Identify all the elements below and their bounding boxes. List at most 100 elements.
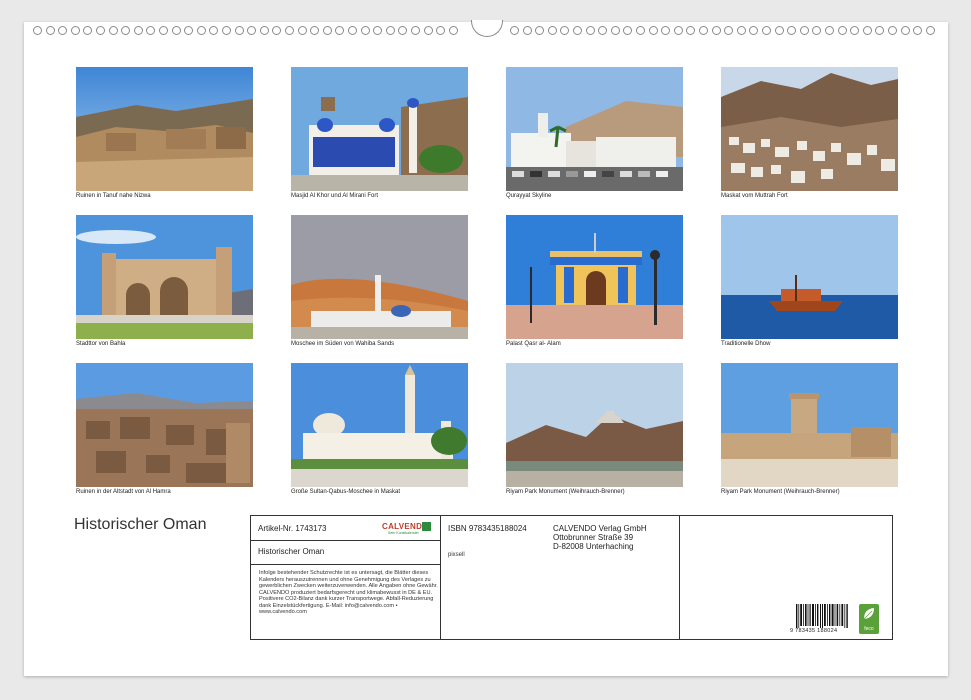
photo-maskat-muttrah: [721, 67, 898, 191]
imprint-box: Artikel-Nr. 1743173 CALVENDO Sehr Kunstk…: [250, 515, 893, 640]
binding-ring: [58, 26, 68, 35]
binding-ring: [222, 26, 231, 35]
photo-al-hamra-ruins: [76, 363, 253, 487]
sub-code: pixsell: [448, 552, 465, 558]
binding-ring: [573, 26, 582, 35]
binding-ring: [448, 26, 458, 35]
photo-caption: Stadttor von Bahla: [76, 341, 126, 347]
photo-tile: Riyam Park Monument (Weihrauch-Brenner): [721, 363, 898, 495]
binding-ring: [673, 26, 683, 35]
feco-eco-badge: feco: [859, 604, 879, 634]
photo-tile: Palast Qasr al- Alam: [506, 215, 683, 347]
binding-ring: [209, 26, 219, 35]
binding-ring: [799, 26, 809, 35]
divider: [679, 516, 680, 639]
binding-ring: [837, 26, 847, 35]
barcode-number: 9 783435 188024: [790, 628, 838, 634]
binding-ring: [385, 26, 395, 35]
photo-caption: Ruinen in Tanuf nahe Nizwa: [76, 193, 151, 199]
binding-ring: [736, 26, 746, 35]
photo-qasr-al-alam: [506, 215, 683, 339]
calvendo-logo-sub: Sehr Kunstkalender: [388, 531, 419, 535]
photo-tile: Ruinen in Tanuf nahe Nizwa: [76, 67, 253, 199]
product-title: Historischer Oman: [258, 547, 325, 556]
binding-ring: [398, 26, 408, 35]
binding-ring: [146, 26, 156, 35]
binding-ring: [234, 26, 244, 35]
photo-dhow: [721, 215, 898, 339]
photo-riyam-park-1: [506, 363, 683, 487]
binding-ring: [45, 26, 55, 35]
binding-ring: [888, 26, 897, 35]
binding-ring: [900, 26, 910, 35]
photo-tile: Riyam Park Monument (Weihrauch-Brenner): [506, 363, 683, 495]
binding-ring: [762, 26, 771, 35]
binding-ring: [373, 26, 383, 35]
binding-ring: [159, 26, 168, 35]
address-line-3: D-82008 Unterhaching: [553, 542, 634, 551]
binding-ring: [335, 26, 345, 35]
binding-ring: [825, 26, 834, 35]
photo-tile: Traditionelle Dhow: [721, 215, 898, 347]
binding-ring: [547, 26, 557, 35]
address-line-1: CALVENDO Verlag GmbH: [553, 524, 647, 533]
binding-ring: [348, 26, 357, 35]
photo-caption: Ruinen in der Altstadt von Al Hamra: [76, 489, 171, 495]
address-line-2: Ottobrunner Straße 39: [553, 533, 634, 542]
binding-ring: [812, 26, 822, 35]
photo-tile: Moschee im Süden von Wahiba Sands: [291, 215, 468, 347]
binding-ring: [787, 26, 797, 35]
binding-ring: [285, 26, 294, 35]
binding-ring: [699, 26, 708, 35]
binding-ring: [247, 26, 257, 35]
binding-ring: [171, 26, 181, 35]
binding-ring: [850, 26, 860, 35]
binding-ring: [724, 26, 734, 35]
photo-qurayyat-skyline: [506, 67, 683, 191]
photo-bahla-gate: [76, 215, 253, 339]
binding-ring: [585, 26, 595, 35]
photo-tile: Masjid Al Khor und Al Mirani Fort: [291, 67, 468, 199]
photo-tile: Große Sultan-Qabus-Moschee in Maskat: [291, 363, 468, 495]
photo-caption: Moschee im Süden von Wahiba Sands: [291, 341, 395, 347]
binding-ring: [661, 26, 671, 35]
barcode-image: [796, 604, 848, 628]
calvendo-logo-icon: [422, 522, 431, 531]
binding-ring: [423, 26, 433, 35]
binding-ring: [749, 26, 759, 35]
photo-masjid-al-khor: [291, 67, 468, 191]
binding-ring: [121, 26, 131, 35]
binding-ring: [610, 26, 620, 35]
binding-ring: [70, 26, 80, 35]
binding-ring: [411, 26, 420, 35]
binding-ring: [535, 26, 545, 35]
binding-ring: [875, 26, 885, 35]
binding-ring: [184, 26, 194, 35]
binding-ring: [648, 26, 658, 35]
binding-ring: [96, 26, 105, 35]
binding-ring: [711, 26, 721, 35]
binding-ring: [259, 26, 269, 35]
photo-caption: Maskat vom Muttrah Fort: [721, 193, 788, 199]
binding-ring: [686, 26, 696, 35]
photo-riyam-park-2: [721, 363, 898, 487]
binding-ring: [636, 26, 645, 35]
divider: [251, 540, 440, 541]
binding-ring: [436, 26, 446, 35]
divider: [440, 516, 441, 639]
binding-ring: [133, 26, 143, 35]
binding-ring: [925, 26, 935, 35]
binding-ring: [774, 26, 784, 35]
photo-caption: Qurayyat Skyline: [506, 193, 552, 199]
binding-ring: [560, 26, 570, 35]
binding-ring: [297, 26, 307, 35]
photo-caption: Riyam Park Monument (Weihrauch-Brenner): [506, 489, 625, 495]
isbn: ISBN 9783435188024: [448, 524, 527, 533]
binding-ring: [510, 26, 519, 35]
legal-notice: Infolge bestehender Schutzrechte ist es …: [259, 570, 438, 615]
photo-caption: Riyam Park Monument (Weihrauch-Brenner): [721, 489, 840, 495]
photo-caption: Palast Qasr al- Alam: [506, 341, 561, 347]
photo-tile: Qurayyat Skyline: [506, 67, 683, 199]
binding-ring: [360, 26, 370, 35]
photo-tile: Stadttor von Bahla: [76, 215, 253, 347]
